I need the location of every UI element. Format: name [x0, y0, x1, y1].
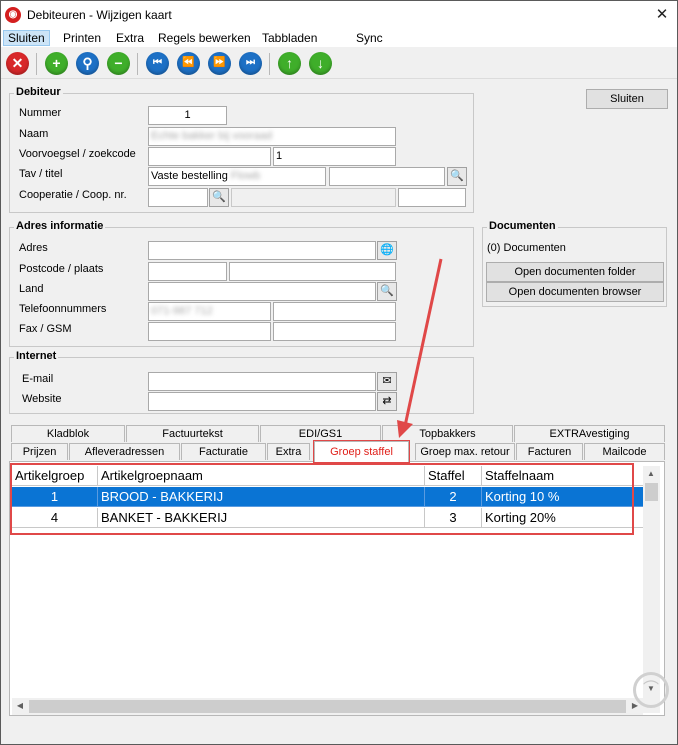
window: ◉ Debiteuren - Wijzigen kaart ✕ Sluiten …	[0, 0, 678, 745]
status-bar	[1, 719, 677, 744]
app-watermark-icon: ⌒	[633, 672, 669, 708]
tab-groep-staffel[interactable]: Groep staffel	[314, 441, 409, 462]
annotation-arrow	[397, 258, 443, 438]
